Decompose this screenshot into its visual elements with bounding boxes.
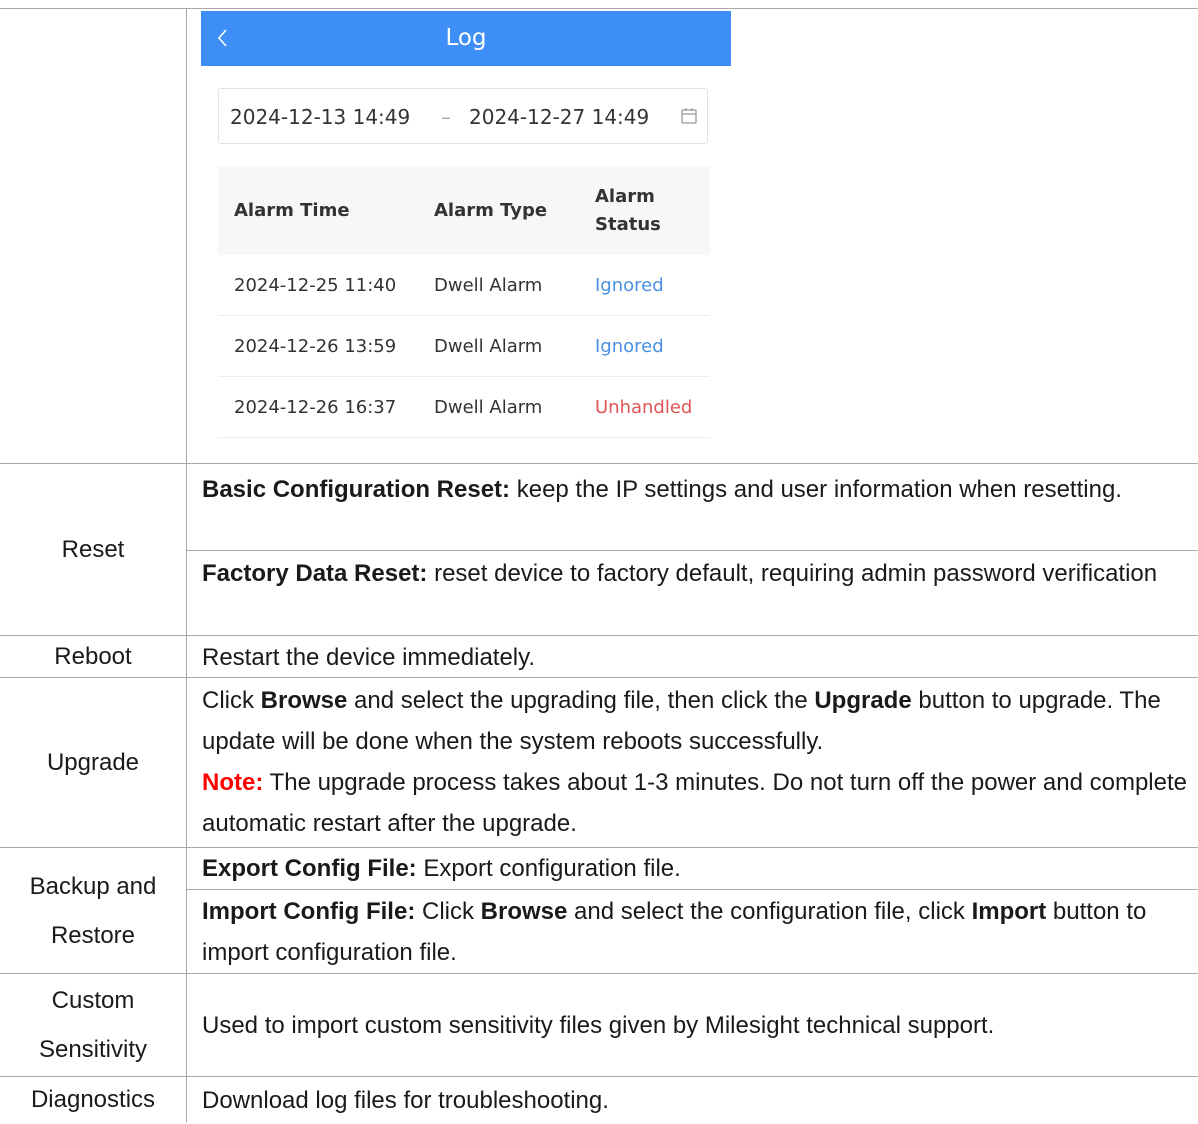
log-header-bar: Log <box>201 11 731 66</box>
row-label-reset: Reset <box>61 536 125 563</box>
alarm-status: Unhandled <box>595 397 693 418</box>
alarm-time: 2024-12-25 11:40 <box>234 275 397 296</box>
factory-data-reset-text: Factory Data Reset: reset device to fact… <box>202 560 1158 587</box>
alarm-status: Ignored <box>595 275 664 296</box>
reboot-text: Restart the device immediately. <box>202 644 536 671</box>
basic-config-reset-text: Basic Configuration Reset: keep the IP s… <box>202 476 1122 503</box>
table-header: Alarm Time Alarm Type Alarm Status <box>218 166 710 255</box>
diagnostics-text: Download log files for troubleshooting. <box>202 1087 609 1114</box>
import-config-text: Import Config File: Click Browse and sel… <box>202 898 1147 966</box>
table-row: 2024-12-26 13:59 Dwell Alarm Ignored <box>218 316 710 377</box>
upgrade-text: Click Browse and select the upgrading fi… <box>202 687 1187 837</box>
column-header-alarm-type: Alarm Type <box>434 200 548 221</box>
column-header-alarm-time: Alarm Time <box>234 200 350 221</box>
row-label-reboot: Reboot <box>54 643 132 670</box>
alarm-time: 2024-12-26 16:37 <box>234 397 397 418</box>
row-label-diagnostics: Diagnostics <box>30 1086 156 1113</box>
alarm-type: Dwell Alarm <box>434 275 543 296</box>
date-separator: – <box>441 105 451 129</box>
column-divider <box>186 8 187 1122</box>
subrow-divider <box>186 550 1198 551</box>
date-end[interactable]: 2024-12-27 14:49 <box>469 89 649 145</box>
date-range-picker[interactable]: 2024-12-13 14:49 – 2024-12-27 14:49 <box>218 88 708 144</box>
log-title: Log <box>445 25 487 51</box>
alarm-status: Ignored <box>595 336 664 357</box>
alarm-time: 2024-12-26 13:59 <box>234 336 397 357</box>
note-label: Note: <box>202 769 264 796</box>
row-label-upgrade: Upgrade <box>46 749 140 776</box>
calendar-icon[interactable] <box>680 107 698 125</box>
table-row: 2024-12-25 11:40 Dwell Alarm Ignored <box>218 255 710 316</box>
date-start[interactable]: 2024-12-13 14:49 <box>230 89 410 145</box>
table-row: 2024-12-26 16:37 Dwell Alarm Unhandled <box>218 377 710 438</box>
custom-sensitivity-text: Used to import custom sensitivity files … <box>202 1012 995 1039</box>
alarm-type: Dwell Alarm <box>434 397 543 418</box>
alarm-type: Dwell Alarm <box>434 336 543 357</box>
row-label-custom-sensitivity: Custom Sensitivity <box>38 987 148 1063</box>
column-header-alarm-status: Alarm Status <box>595 186 661 235</box>
export-config-text: Export Config File: Export configuration… <box>202 855 681 882</box>
table-top-border <box>0 8 1198 9</box>
subrow-divider <box>186 889 1198 890</box>
row-label-backup-restore: Backup and Restore <box>29 872 157 949</box>
